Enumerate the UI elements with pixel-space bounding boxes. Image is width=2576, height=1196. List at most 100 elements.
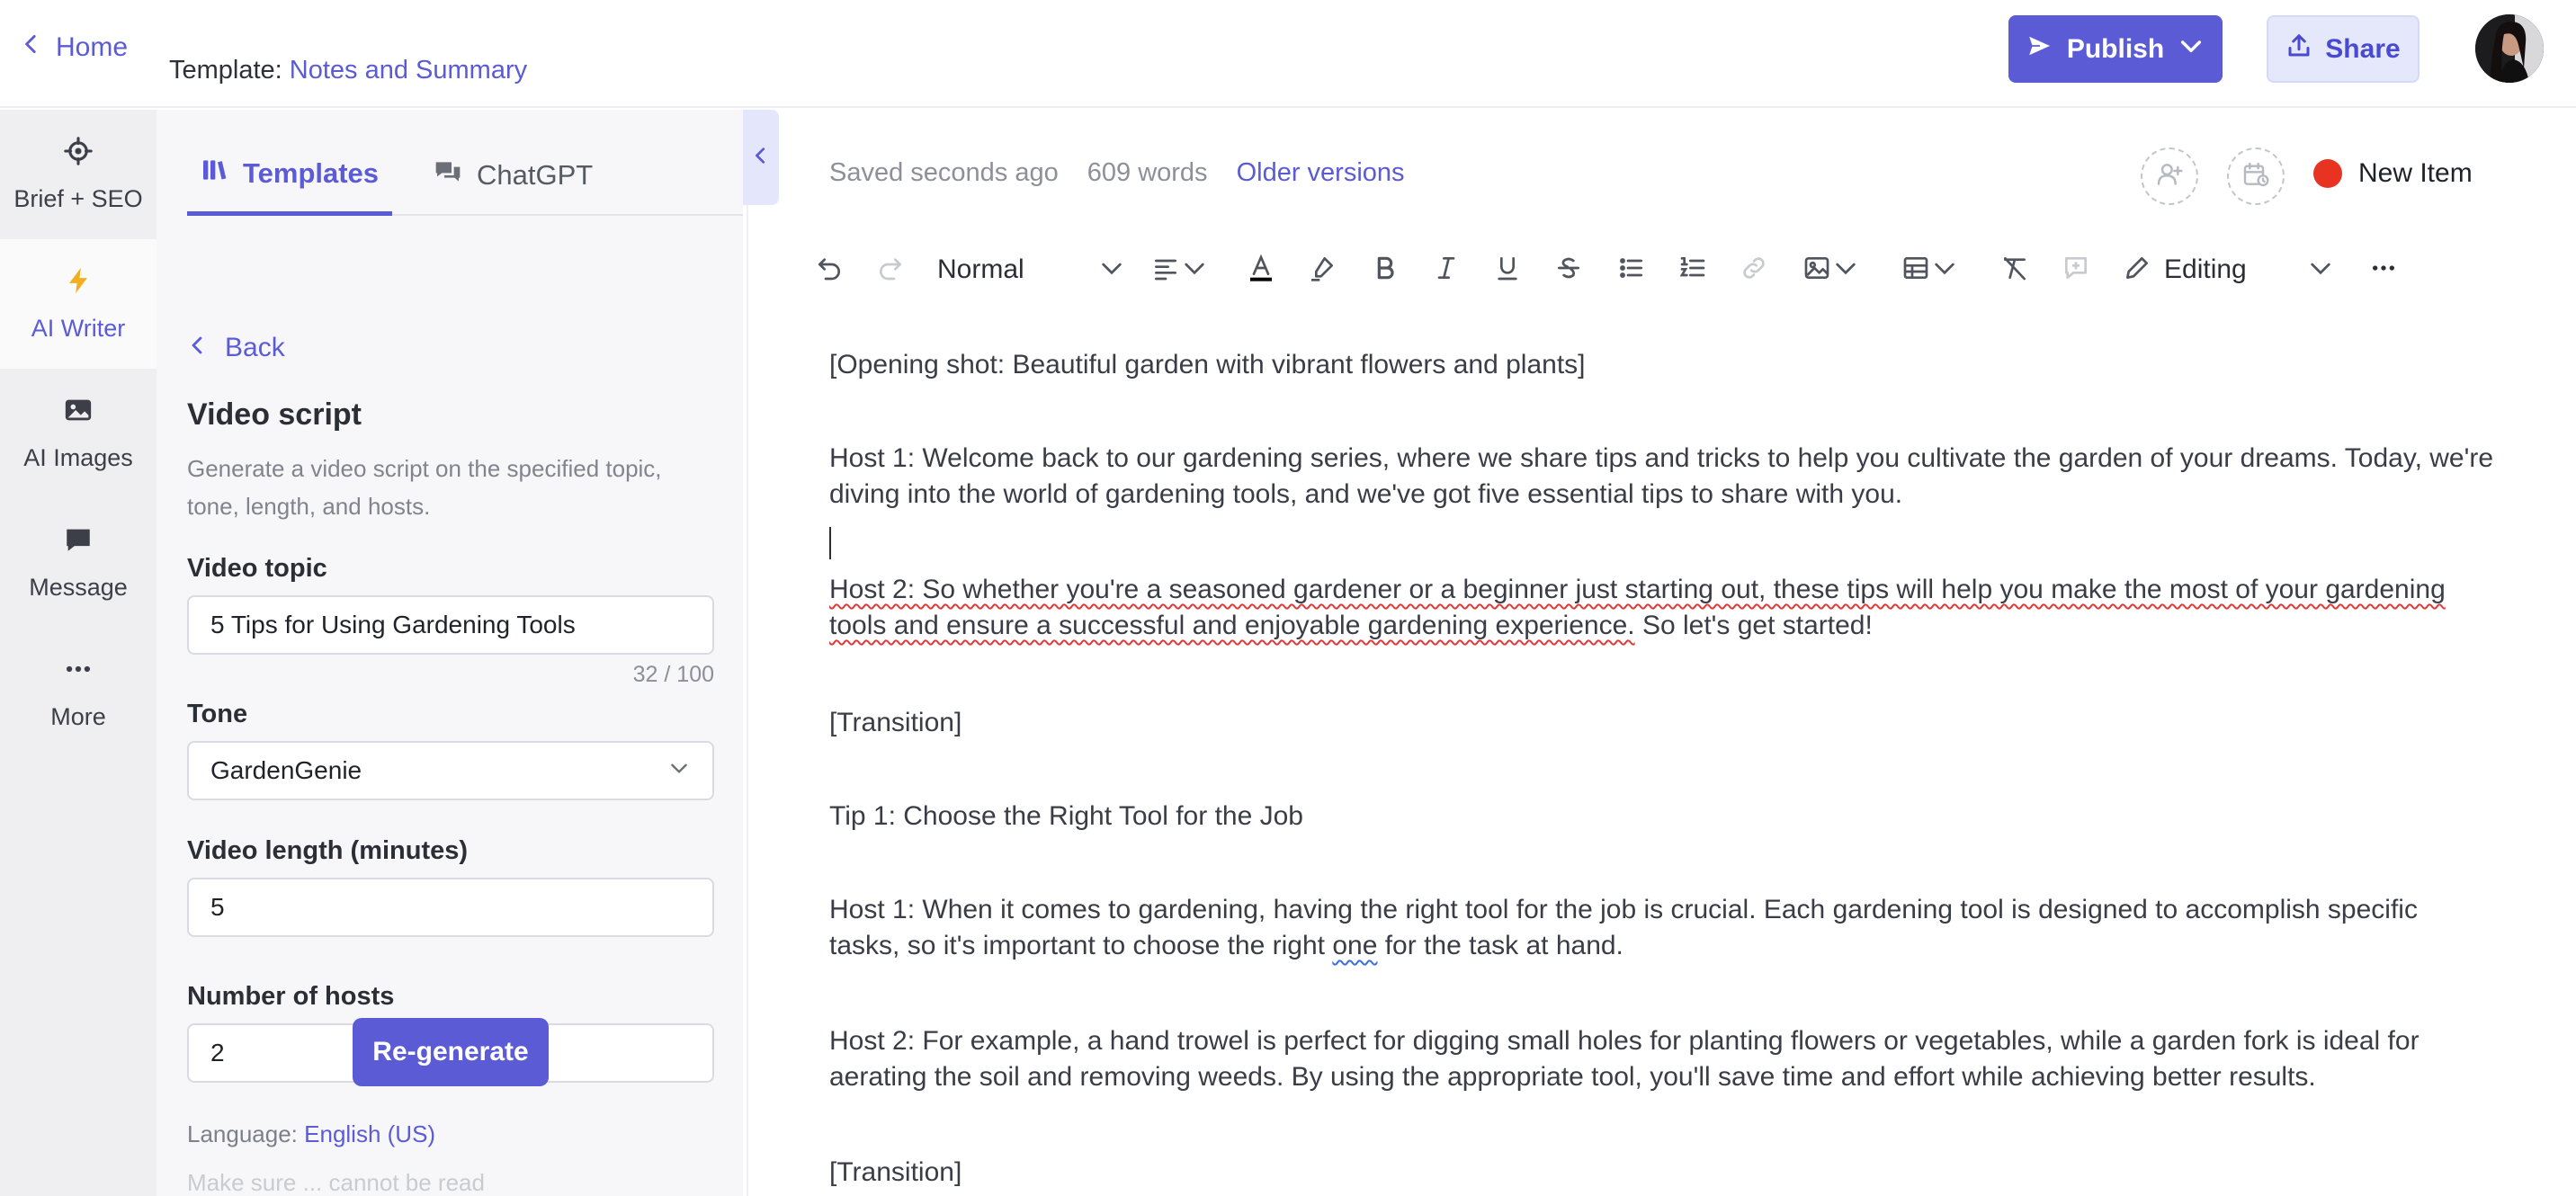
left-icon-rail: Brief + SEO AI Writer AI Images Message …	[0, 110, 157, 1196]
avatar[interactable]	[2475, 14, 2544, 83]
bold-button[interactable]	[1365, 243, 1405, 297]
item-status[interactable]: New Item	[2313, 158, 2473, 189]
regenerate-button[interactable]: Re-generate	[353, 1018, 549, 1086]
back-link[interactable]: Back	[187, 333, 285, 363]
undo-button[interactable]	[809, 243, 849, 297]
more-options-button[interactable]	[2364, 243, 2403, 297]
rail-item-more[interactable]: More	[0, 628, 157, 757]
template-title: Video script	[187, 397, 362, 432]
underline-icon	[1493, 254, 1522, 287]
send-icon	[2026, 31, 2054, 67]
video-topic-input[interactable]: 5 Tips for Using Gardening Tools	[187, 595, 714, 655]
message-icon	[63, 524, 94, 561]
back-label: Back	[225, 333, 285, 362]
word-count: 609 words	[1087, 158, 1208, 187]
align-left-icon	[1151, 254, 1180, 287]
chevron-left-icon	[751, 146, 771, 170]
highlight-button[interactable]	[1302, 243, 1342, 297]
document-status: Saved seconds ago 609 words Older versio…	[829, 158, 1405, 188]
older-versions-link[interactable]: Older versions	[1237, 158, 1405, 188]
chevron-down-icon	[1831, 254, 1860, 287]
numbered-list-button[interactable]	[1673, 243, 1713, 297]
bullet-list-button[interactable]	[1612, 243, 1651, 297]
text-style-select[interactable]: Normal	[937, 243, 1126, 297]
editing-mode-select[interactable]: Editing	[2123, 243, 2335, 297]
template-name[interactable]: Notes and Summary	[290, 56, 527, 85]
rail-label: AI Writer	[31, 315, 126, 342]
template-description: Generate a video script on the specified…	[187, 455, 662, 520]
add-collaborator-button[interactable]	[2141, 147, 2198, 205]
tone-select[interactable]: GardenGenie	[187, 741, 714, 800]
share-button[interactable]: Share	[2267, 15, 2419, 83]
italic-button[interactable]	[1427, 243, 1466, 297]
paragraph-text: for the task at hand.	[1377, 931, 1623, 960]
underline-button[interactable]	[1488, 243, 1527, 297]
redo-icon	[876, 254, 905, 287]
rail-item-message[interactable]: Message	[0, 498, 157, 628]
italic-icon	[1432, 254, 1461, 287]
schedule-button[interactable]	[2227, 147, 2285, 205]
tone-value: GardenGenie	[210, 756, 362, 784]
home-label: Home	[56, 32, 129, 62]
template-indicator: Template: Notes and Summary	[169, 56, 527, 85]
rail-item-ai-writer[interactable]: AI Writer	[0, 239, 157, 369]
clear-format-icon	[2000, 254, 2029, 287]
numbered-list-icon	[1678, 254, 1707, 287]
publish-label: Publish	[2066, 33, 2165, 64]
crosshair-icon	[63, 136, 94, 173]
comment-plus-icon	[2062, 254, 2090, 287]
bullet-list-icon	[1617, 254, 1646, 287]
chevron-down-icon	[2306, 254, 2335, 287]
language-value[interactable]: English (US)	[304, 1120, 435, 1147]
paragraph-text: Host 1: When it comes to gardening, havi…	[829, 895, 2418, 960]
tab-chatgpt[interactable]: ChatGPT	[421, 135, 605, 216]
number-of-hosts-label: Number of hosts	[187, 982, 395, 1011]
text-color-icon	[1247, 254, 1275, 287]
rail-item-brief-seo[interactable]: Brief + SEO	[0, 110, 157, 239]
clear-formatting-button[interactable]	[1995, 243, 2035, 297]
link-icon	[1740, 254, 1768, 287]
text-color-button[interactable]	[1241, 243, 1281, 297]
rail-label: More	[50, 703, 106, 730]
chevron-down-icon	[1097, 254, 1126, 287]
tone-label: Tone	[187, 700, 248, 728]
insert-table-select[interactable]	[1894, 243, 1966, 297]
chevron-left-icon	[187, 333, 209, 363]
image-icon	[63, 395, 94, 432]
rail-item-ai-images[interactable]: AI Images	[0, 369, 157, 498]
grammar-flagged-text: one	[1332, 931, 1378, 960]
collapse-panel-button[interactable]	[743, 110, 779, 205]
bold-icon	[1371, 254, 1400, 287]
item-status-label: New Item	[2358, 158, 2473, 188]
add-user-icon	[2155, 160, 2184, 193]
redo-button[interactable]	[871, 243, 910, 297]
add-comment-button[interactable]	[2056, 243, 2096, 297]
paragraph: [Transition]	[829, 1157, 962, 1187]
table-icon	[1901, 254, 1930, 287]
chevron-left-icon	[20, 32, 43, 63]
saved-status: Saved seconds ago	[829, 158, 1059, 187]
tab-label: ChatGPT	[477, 159, 594, 191]
chat-icon	[434, 157, 462, 193]
paragraph: Host 1: Welcome back to our gardening se…	[829, 443, 2494, 509]
publish-button[interactable]: Publish	[2008, 15, 2223, 83]
video-length-label: Video length (minutes)	[187, 836, 469, 865]
status-dot	[2313, 159, 2342, 188]
paragraph: Host 2: So whether you're a seasoned gar…	[829, 572, 2493, 644]
insert-image-select[interactable]	[1795, 243, 1867, 297]
strikethrough-icon	[1554, 254, 1583, 287]
more-icon	[63, 654, 94, 691]
strikethrough-button[interactable]	[1549, 243, 1588, 297]
character-counter: 32 / 100	[632, 662, 714, 687]
link-button[interactable]	[1734, 243, 1774, 297]
chevron-down-icon	[2177, 31, 2205, 67]
video-length-input[interactable]: 5	[187, 878, 714, 937]
tab-templates[interactable]: Templates	[187, 135, 392, 216]
align-select[interactable]	[1146, 243, 1214, 297]
image-icon	[1802, 254, 1831, 287]
paragraph: Tip 1: Choose the Right Tool for the Job	[829, 801, 1303, 831]
cut-off-text: Make sure ... cannot be read	[187, 1169, 485, 1196]
home-link[interactable]: Home	[20, 32, 128, 63]
video-topic-label: Video topic	[187, 554, 327, 583]
more-horizontal-icon	[2369, 254, 2398, 287]
